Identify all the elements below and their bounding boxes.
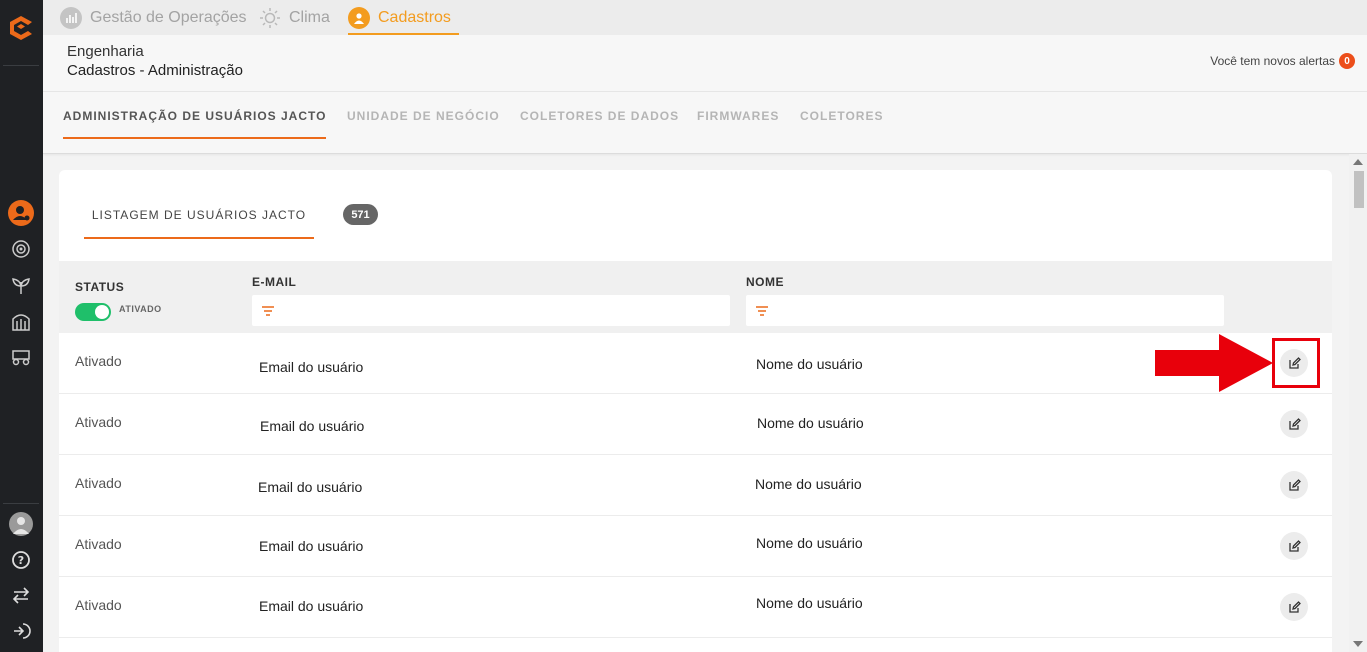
row-status: Ativado xyxy=(75,414,122,430)
help-icon[interactable]: ? xyxy=(9,548,33,572)
chart-icon xyxy=(60,6,82,29)
table-row[interactable]: Ativado Email do usuário Nome do usuário xyxy=(59,516,1332,577)
left-sidebar: ? xyxy=(0,0,43,652)
edit-user-button[interactable] xyxy=(1280,532,1308,560)
row-email: Email do usuário xyxy=(259,359,364,375)
tab-listagem-usuarios[interactable]: LISTAGEM DE USUÁRIOS JACTO xyxy=(84,198,314,239)
tab-label: Clima xyxy=(289,8,330,26)
sidebar-divider xyxy=(3,65,39,66)
silo-icon[interactable] xyxy=(9,309,33,333)
edit-icon xyxy=(1288,478,1301,491)
row-status: Ativado xyxy=(75,353,122,369)
user-admin-icon[interactable] xyxy=(8,200,34,226)
page-header: Engenharia Cadastros - Administração Voc… xyxy=(43,35,1367,92)
filter-icon xyxy=(756,306,768,316)
sun-icon xyxy=(259,7,281,29)
alerts-count-badge: 0 xyxy=(1339,53,1355,69)
jacto-logo-icon[interactable] xyxy=(6,13,36,43)
section-tabs: ADMINISTRAÇÃO DE USUÁRIOS JACTO UNIDADE … xyxy=(43,92,1367,154)
page-title: Cadastros - Administração xyxy=(67,62,243,79)
status-toggle[interactable] xyxy=(75,303,111,321)
row-email: Email do usuário xyxy=(259,538,364,554)
tab-label: Cadastros xyxy=(378,8,451,26)
swap-icon[interactable] xyxy=(9,583,33,607)
scroll-up-icon[interactable] xyxy=(1353,159,1363,165)
svg-text:?: ? xyxy=(18,554,24,567)
scroll-thumb[interactable] xyxy=(1354,171,1364,208)
tab-label: LISTAGEM DE USUÁRIOS JACTO xyxy=(91,208,307,222)
tab-unidade-negocio[interactable]: UNIDADE DE NEGÓCIO xyxy=(347,92,500,139)
edit-user-button[interactable] xyxy=(1280,410,1308,438)
email-filter-input[interactable] xyxy=(252,295,730,326)
scroll-down-icon[interactable] xyxy=(1353,641,1363,647)
row-email: Email do usuário xyxy=(260,418,365,434)
table-row[interactable]: Ativado Email do usuário Nome do usuário xyxy=(59,455,1332,516)
vertical-scrollbar[interactable] xyxy=(1349,154,1367,652)
name-filter-input[interactable] xyxy=(746,295,1224,326)
column-email[interactable]: E-MAIL xyxy=(252,275,296,289)
column-name[interactable]: NOME xyxy=(746,275,784,289)
table-row[interactable]: Ativado Email do usuário Nome do usuário xyxy=(59,333,1332,394)
tab-administracao-usuarios[interactable]: ADMINISTRAÇÃO DE USUÁRIOS JACTO xyxy=(63,92,327,139)
tab-cadastros[interactable]: Cadastros xyxy=(348,0,459,35)
edit-user-button[interactable] xyxy=(1280,471,1308,499)
module-tabs: Gestão de Operações Clima Cadastros xyxy=(43,0,1367,35)
row-status: Ativado xyxy=(75,536,122,552)
tab-coletores[interactable]: COLETORES xyxy=(800,92,883,139)
row-status: Ativado xyxy=(75,475,122,491)
table-header: STATUS ATIVADO E-MAIL NOME xyxy=(59,261,1332,333)
row-email: Email do usuário xyxy=(259,598,364,614)
tab-coletores-dados[interactable]: COLETORES DE DADOS xyxy=(520,92,679,139)
status-toggle-label: ATIVADO xyxy=(119,304,162,314)
alerts-label: Você tem novos alertas xyxy=(1210,54,1335,68)
edit-icon xyxy=(1288,417,1301,430)
row-name: Nome do usuário xyxy=(756,535,863,551)
tab-firmwares[interactable]: FIRMWARES xyxy=(697,92,779,139)
user-icon xyxy=(348,6,370,29)
tab-clima[interactable]: Clima xyxy=(259,0,330,35)
users-card: LISTAGEM DE USUÁRIOS JACTO 571 STATUS AT… xyxy=(59,170,1332,652)
filter-icon xyxy=(262,306,274,316)
tab-label: Gestão de Operações xyxy=(90,8,247,26)
annotation-highlight-box xyxy=(1272,338,1320,388)
avatar[interactable] xyxy=(9,512,33,536)
row-name: Nome do usuário xyxy=(756,356,863,372)
row-name: Nome do usuário xyxy=(757,415,864,431)
edit-user-button[interactable] xyxy=(1280,593,1308,621)
row-status: Ativado xyxy=(75,597,122,613)
row-name: Nome do usuário xyxy=(756,595,863,611)
tab-gestao-operacoes[interactable]: Gestão de Operações xyxy=(60,0,247,35)
table-row[interactable]: Ativado Email do usuário Nome do usuário xyxy=(59,394,1332,455)
row-email: Email do usuário xyxy=(258,479,363,495)
logout-icon[interactable] xyxy=(9,619,33,643)
column-status[interactable]: STATUS xyxy=(75,280,124,294)
annotation-arrow-icon xyxy=(1155,334,1273,392)
sidebar-divider xyxy=(3,503,39,504)
target-icon[interactable] xyxy=(9,237,33,261)
edit-icon xyxy=(1288,600,1301,613)
machine-icon[interactable] xyxy=(9,344,33,368)
table-row[interactable]: Ativado Email do usuário Nome do usuário xyxy=(59,577,1332,638)
user-count-badge: 571 xyxy=(343,204,378,225)
edit-icon xyxy=(1288,539,1301,552)
breadcrumb-parent: Engenharia xyxy=(67,43,144,60)
row-name: Nome do usuário xyxy=(755,476,862,492)
plant-icon[interactable] xyxy=(9,273,33,297)
alerts-indicator[interactable]: Você tem novos alertas 0 xyxy=(1210,53,1355,69)
